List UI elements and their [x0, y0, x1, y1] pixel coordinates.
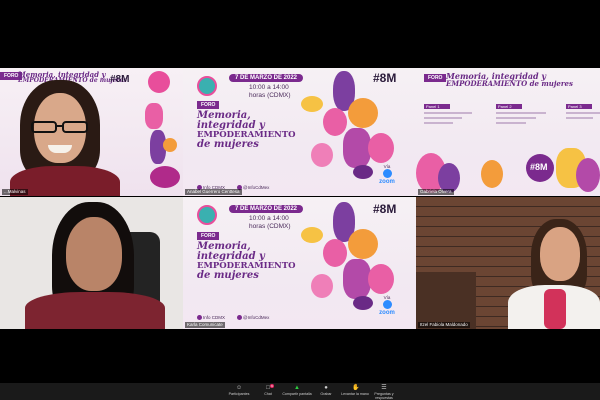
video-tile-top-left[interactable]: FORO Memoria, integridad y EMPODERAMIENT… — [0, 68, 183, 196]
poster-title: Memoria, integridad y EMPODERAMIENTO de … — [197, 241, 296, 282]
illustration-figure — [323, 108, 347, 136]
foro-tag: FORO — [197, 232, 220, 240]
glasses-icon — [30, 120, 90, 133]
poster-title: Memoria, integridad y EMPODERAMIENTO de … — [446, 71, 573, 89]
social-twitter: @InfoCdMex — [237, 315, 269, 321]
poster-logo — [197, 205, 217, 225]
event-date: 7 DE MARZO DE 2022 — [229, 74, 304, 82]
illustration-figure — [343, 259, 371, 299]
qa-button[interactable]: ☰ Preguntas y respuestas — [367, 385, 401, 400]
panel-3: Panel 3 — [566, 104, 600, 122]
illustration-figure — [311, 274, 333, 298]
video-tile-bottom-left[interactable] — [0, 197, 183, 329]
illustration-figure — [348, 229, 378, 259]
illustration-figure — [301, 227, 323, 243]
person-torso — [25, 292, 165, 329]
event-poster: 7 DE MARZO DE 2022 10:00 a 14:00 horas (… — [183, 68, 416, 196]
decor-blob — [481, 160, 503, 188]
foro-tag: FORO — [197, 101, 220, 109]
share-screen-icon: ▲ — [294, 385, 300, 391]
window — [416, 272, 476, 329]
illustration-figure — [343, 128, 371, 168]
participant-name: Itzel Fabiola Maldonado — [418, 322, 470, 328]
decor-blob — [150, 166, 180, 188]
event-poster: 7 DE MARZO DE 2022 10:00 a 14:00 horas (… — [183, 197, 416, 329]
video-tile-bottom-right[interactable]: Itzel Fabiola Maldonado — [416, 197, 600, 329]
social-twitter: @InfoCdMex — [237, 185, 269, 191]
poster-title: Memoria, integridad y EMPODERAMIENTO de … — [197, 110, 296, 151]
video-tile-bottom-center[interactable]: 7 DE MARZO DE 2022 10:00 a 14:00 horas (… — [183, 197, 416, 329]
participant-name: Karla Comunicate — [185, 322, 225, 328]
poster-logo — [197, 76, 217, 96]
hashtag: #8M — [110, 74, 130, 85]
decor-logo — [148, 71, 170, 93]
event-date: 7 DE MARZO DE 2022 — [229, 205, 304, 213]
hashtag: #8M — [530, 162, 548, 172]
program-poster: FORO Memoria, integridad y EMPODERAMIENT… — [416, 68, 600, 196]
illustration-figure — [348, 98, 378, 128]
record-icon: ● — [324, 385, 328, 391]
zoom-logo: Vía zoom — [379, 164, 395, 185]
panel-1: Panel 1 — [424, 104, 472, 127]
decor-blob — [163, 138, 177, 152]
illustration-figure — [301, 96, 323, 112]
qa-icon: ☰ — [381, 385, 387, 391]
participant-name: Anabel Guerrero Centtesa — [185, 189, 242, 195]
participants-icon: ☺ — [236, 385, 243, 391]
panel-2: Panel 2 — [496, 104, 546, 127]
event-time: 10:00 a 14:00 horas (CDMX) — [249, 84, 291, 99]
illustration-figure — [311, 143, 333, 167]
event-time: 10:00 a 14:00 horas (CDMX) — [249, 215, 291, 230]
person-face — [66, 217, 122, 291]
participant-name: Gabriela Olvera — [418, 189, 454, 195]
person-face — [540, 227, 580, 281]
foro-tag: FORO — [424, 74, 447, 82]
decor-figure — [145, 103, 163, 129]
pink-scarf — [544, 289, 566, 329]
hashtag: #8M — [373, 202, 397, 216]
hashtag: #8M — [373, 71, 397, 85]
illustration-figure — [368, 264, 394, 294]
zoom-logo: Vía zoom — [379, 295, 395, 316]
illustration-figure — [323, 239, 347, 267]
hand-icon: ✋ — [352, 385, 360, 391]
illustration-figure — [353, 165, 373, 179]
chat-badge: 9 — [270, 384, 274, 388]
meeting-toolbar: ☺ Participantes □ 9 Chat ▲ Compartir pan… — [0, 383, 600, 400]
social-info-cdmx: Info CDMX — [197, 315, 225, 321]
video-tile-top-center[interactable]: 7 DE MARZO DE 2022 10:00 a 14:00 horas (… — [183, 68, 416, 196]
decor-blob — [576, 158, 600, 192]
illustration-figure — [368, 133, 394, 163]
illustration-figure — [353, 296, 373, 310]
video-tile-top-right[interactable]: FORO Memoria, integridad y EMPODERAMIENT… — [416, 68, 600, 196]
participant-name: ...Malvinas — [2, 189, 28, 195]
